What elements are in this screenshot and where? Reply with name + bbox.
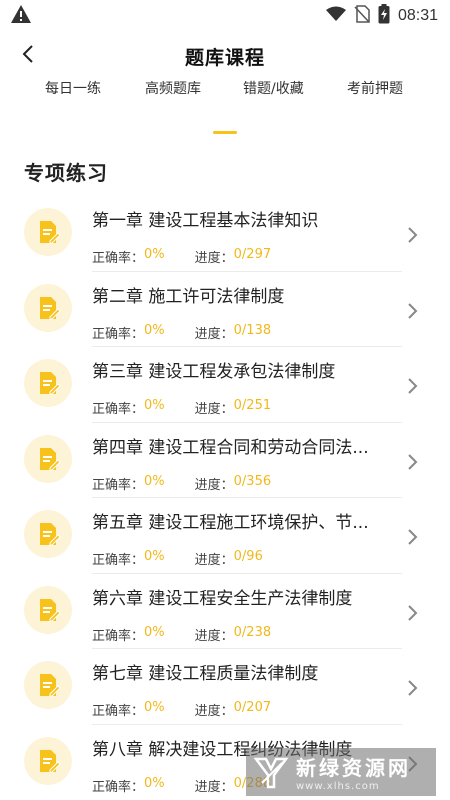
- chevron-left-icon: [22, 44, 34, 68]
- section-title: 专项练习: [24, 161, 108, 185]
- tab-indicator: [213, 131, 237, 134]
- chapter-item[interactable]: 第二章 施工许可法律制度 正确率： 0% 进度： 0/138: [0, 272, 450, 347]
- exercise-icon: [24, 510, 72, 558]
- progress-label: 进度：: [194, 326, 234, 342]
- progress-label: 进度：: [194, 553, 234, 568]
- chapter-stats: 正确率： 0% 进度： 0/238: [92, 625, 271, 644]
- chapter-item[interactable]: 第五章 建设工程施工环境保护、节... 正确率： 0% 进度： 0/96: [0, 498, 450, 574]
- chapter-item[interactable]: 第四章 建设工程合同和劳动合同法... 正确率： 0% 进度： 0/356: [0, 423, 450, 498]
- battery-charging-icon: [378, 4, 390, 28]
- chevron-right-icon: [404, 452, 420, 472]
- tab-high-frequency[interactable]: 高频题库: [145, 78, 201, 98]
- progress-label: 进度：: [194, 779, 234, 795]
- exercise-icon: [24, 283, 72, 332]
- tab-pre-exam[interactable]: 考前押题: [347, 78, 403, 98]
- chapter-stats: 正确率： 0% 进度： 0/96: [92, 549, 263, 568]
- chapter-title: 第二章 施工许可法律制度: [92, 286, 285, 307]
- status-time: 08:31: [397, 7, 438, 24]
- back-button[interactable]: [12, 40, 44, 72]
- chapter-stats: 正确率： 0% 进度： 0/138: [92, 323, 271, 342]
- progress-value: 0/207: [233, 700, 272, 715]
- no-sim-icon: [354, 5, 370, 27]
- accuracy-value: 0%: [144, 473, 165, 489]
- page-title: 题库课程: [184, 46, 265, 69]
- progress-label: 进度：: [194, 704, 234, 719]
- accuracy-value: 0%: [144, 549, 165, 564]
- accuracy-label: 正确率：: [92, 402, 145, 417]
- chapter-list: 第一章 建设工程基本法律知识 正确率： 0% 进度： 0/297 第二章 施工许…: [0, 196, 450, 800]
- accuracy-label: 正确率：: [92, 251, 145, 266]
- chevron-right-icon: [404, 301, 420, 321]
- accuracy-value: 0%: [144, 247, 165, 262]
- chapter-item[interactable]: 第七章 建设工程质量法律制度 正确率： 0% 进度： 0/207: [0, 649, 450, 725]
- chapter-stats: 正确率： 0% 进度： 0/356: [92, 474, 271, 493]
- chapter-title: 第一章 建设工程基本法律知识: [92, 211, 319, 231]
- watermark: 新绿资源网 www.xlhs.com: [246, 748, 436, 796]
- progress-label: 进度：: [194, 251, 234, 266]
- chevron-right-icon: [404, 527, 420, 547]
- chapter-stats: 正确率： 0% 进度： 0/251: [92, 398, 271, 417]
- tab-daily-practice[interactable]: 每日一练: [45, 78, 101, 98]
- progress-value: 0/96: [233, 549, 263, 564]
- chapter-stats: 正确率： 0% 进度： 0/207: [92, 700, 271, 719]
- exercise-icon: [24, 585, 72, 634]
- chapter-stats: 正确率： 0% 进度： 0/297: [92, 247, 271, 266]
- accuracy-label: 正确率：: [92, 326, 145, 342]
- accuracy-value: 0%: [144, 624, 165, 640]
- exercise-icon: [24, 661, 72, 709]
- progress-value: 0/251: [233, 398, 272, 413]
- tab-bar: 每日一练 高频题库 错题/收藏 考前押题: [0, 78, 450, 102]
- progress-value: 0/138: [233, 322, 272, 338]
- warning-icon: [10, 4, 32, 28]
- chapter-item[interactable]: 第一章 建设工程基本法律知识 正确率： 0% 进度： 0/297: [0, 196, 450, 272]
- chapter-stats: 正确率： 0% 进度： 0/288: [92, 776, 271, 795]
- accuracy-label: 正确率：: [92, 628, 145, 644]
- exercise-icon: [24, 434, 72, 483]
- chapter-title: 第六章 建设工程安全生产法律制度: [92, 588, 353, 609]
- chapter-title: 第四章 建设工程合同和劳动合同法...: [92, 437, 369, 458]
- chevron-right-icon: [404, 678, 420, 698]
- exercise-icon: [24, 208, 72, 256]
- progress-value: 0/238: [233, 624, 272, 640]
- accuracy-value: 0%: [144, 398, 165, 413]
- chapter-item[interactable]: 第三章 建设工程发承包法律制度 正确率： 0% 进度： 0/251: [0, 347, 450, 423]
- progress-label: 进度：: [194, 477, 234, 493]
- watermark-logo-icon: [252, 753, 290, 791]
- accuracy-value: 0%: [144, 775, 165, 791]
- progress-value: 0/297: [233, 247, 272, 262]
- tab-wrong-favorites[interactable]: 错题/收藏: [243, 78, 304, 98]
- chapter-title: 第七章 建设工程质量法律制度: [92, 664, 319, 684]
- progress-label: 进度：: [194, 628, 234, 644]
- chapter-title: 第三章 建设工程发承包法律制度: [92, 362, 336, 382]
- accuracy-value: 0%: [144, 700, 165, 715]
- progress-value: 0/356: [233, 473, 272, 489]
- accuracy-label: 正确率：: [92, 553, 145, 568]
- chevron-right-icon: [404, 376, 420, 396]
- exercise-icon: [24, 359, 72, 407]
- accuracy-value: 0%: [144, 322, 165, 338]
- accuracy-label: 正确率：: [92, 704, 145, 719]
- chevron-right-icon: [404, 603, 420, 623]
- progress-label: 进度：: [194, 402, 234, 417]
- status-bar: 08:31: [0, 0, 450, 32]
- chevron-right-icon: [404, 225, 420, 245]
- chapter-title: 第五章 建设工程施工环境保护、节...: [92, 513, 369, 533]
- chapter-item[interactable]: 第六章 建设工程安全生产法律制度 正确率： 0% 进度： 0/238: [0, 574, 450, 649]
- exercise-icon: [24, 736, 72, 785]
- watermark-name: 新绿资源网: [296, 756, 411, 780]
- accuracy-label: 正确率：: [92, 779, 145, 795]
- accuracy-label: 正确率：: [92, 477, 145, 493]
- wifi-icon: [325, 6, 346, 26]
- nav-bar: 题库课程: [0, 36, 450, 76]
- watermark-domain: www.xlhs.com: [296, 781, 380, 792]
